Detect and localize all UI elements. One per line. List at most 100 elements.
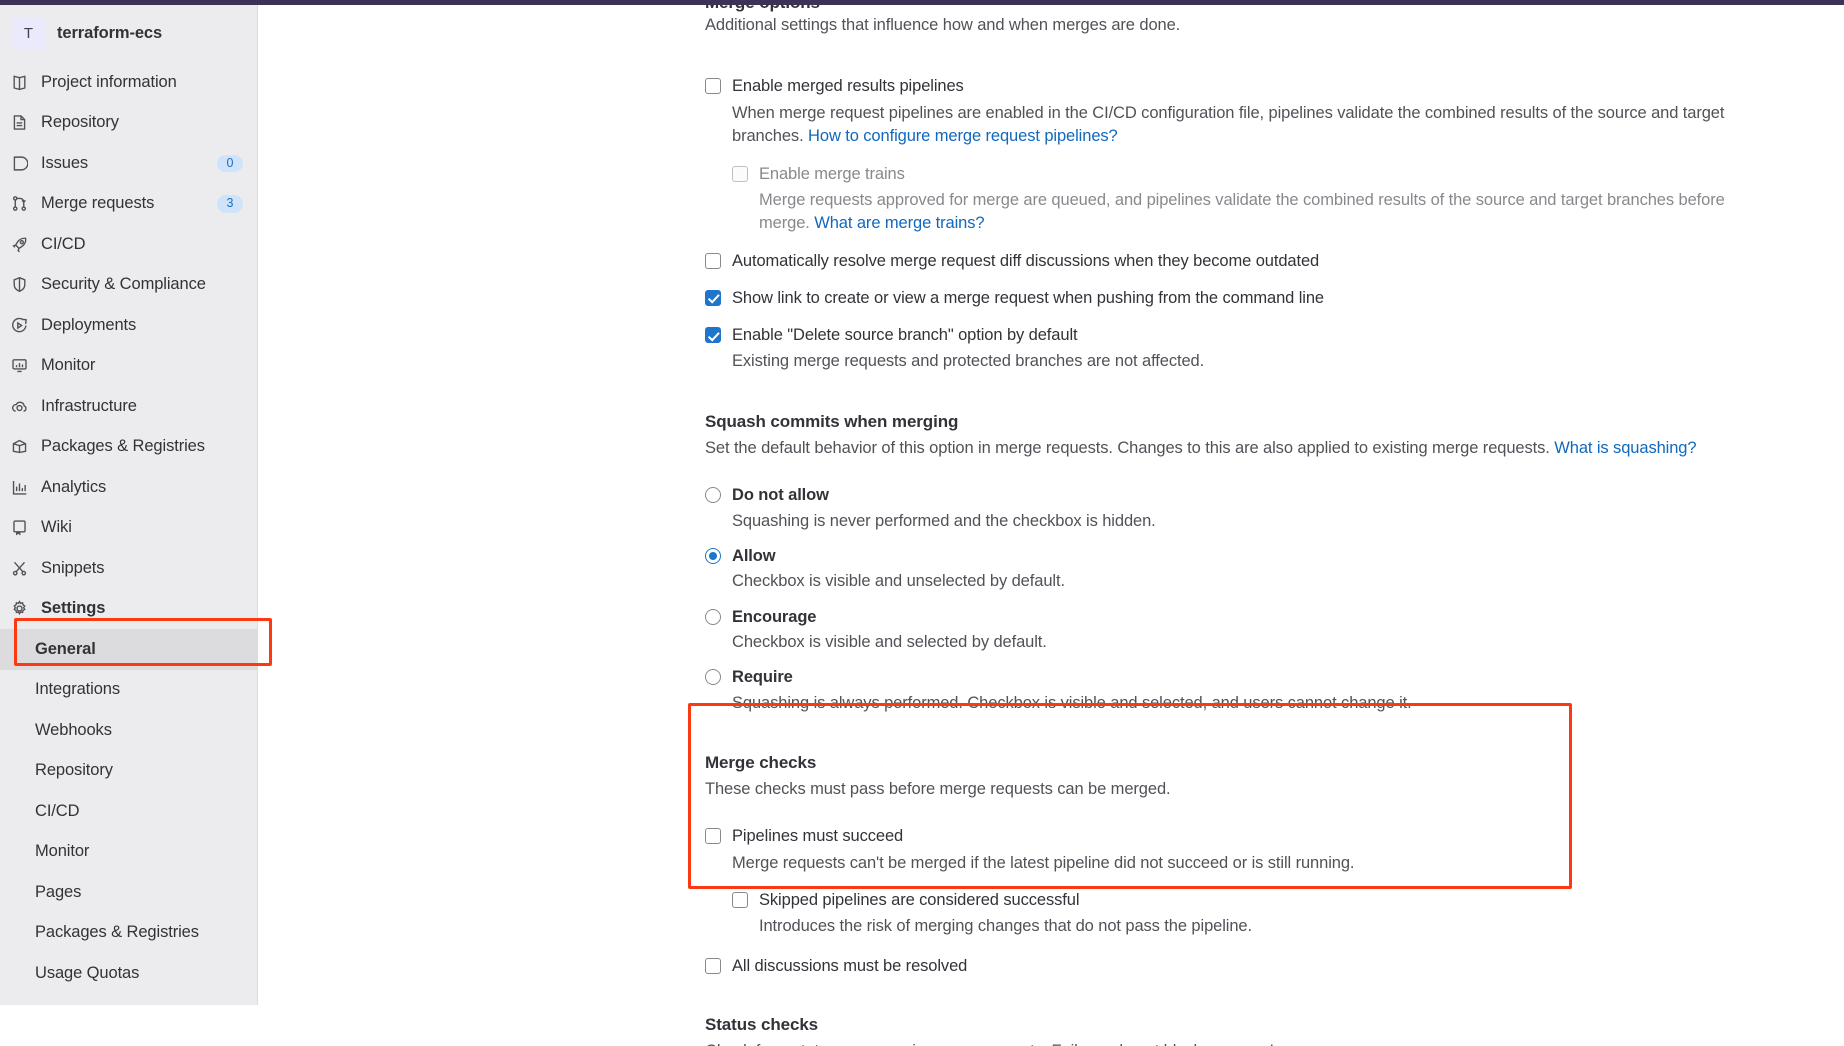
subnav-item-label: Webhooks — [35, 720, 112, 739]
status-checks-learn-more-link[interactable]: Learn more — [1270, 1042, 1353, 1046]
sidebar-item-label: Deployments — [41, 315, 137, 334]
all-discussions-resolved-control[interactable]: All discussions must be resolved — [705, 955, 1775, 977]
infrastructure-icon — [10, 397, 28, 415]
squash-option-do-not-allow: Do not allow Squashing is never performe… — [705, 484, 1775, 533]
sidebar-item-label: Wiki — [41, 518, 72, 537]
project-information-icon — [10, 73, 28, 91]
skipped-pipelines-row: Skipped pipelines are considered success… — [732, 889, 1775, 939]
delete-source-branch-control[interactable]: Enable "Delete source branch" option by … — [705, 324, 1775, 346]
sidebar-item-label: CI/CD — [41, 234, 86, 253]
subnav-item-packages-registries[interactable]: Packages & Registries — [0, 913, 257, 954]
squash-encourage-description: Checkbox is visible and selected by defa… — [732, 632, 1047, 651]
project-sidebar: T terraform-ecs Project information Repo… — [0, 5, 258, 1005]
sidebar-item-label: Infrastructure — [41, 396, 137, 415]
merge-trains-help: Merge requests approved for merge are qu… — [759, 189, 1775, 236]
sidebar-item-merge-requests[interactable]: Merge requests 3 — [0, 184, 257, 225]
book-icon — [10, 519, 28, 537]
gitlab-project-settings-page: T terraform-ecs Project information Repo… — [0, 0, 1844, 1046]
merged-results-pipelines-label: Enable merged results pipelines — [732, 77, 964, 96]
sidebar-item-project-information[interactable]: Project information — [0, 62, 257, 103]
pipelines-must-succeed-help: Merge requests can't be merged if the la… — [732, 853, 1355, 872]
merge-requests-icon — [10, 195, 28, 213]
subnav-item-monitor[interactable]: Monitor — [0, 832, 257, 873]
merged-results-pipelines-row: Enable merged results pipelines When mer… — [705, 75, 1775, 148]
delete-source-branch-checkbox[interactable] — [705, 327, 721, 344]
squash-do-not-allow-control[interactable]: Do not allow — [705, 484, 1775, 506]
what-is-squashing-link[interactable]: What is squashing? — [1554, 439, 1696, 457]
auto-resolve-diff-discussions-control[interactable]: Automatically resolve merge request diff… — [705, 250, 1775, 272]
pipelines-must-succeed-checkbox[interactable] — [705, 828, 721, 845]
sidebar-item-label: Packages & Registries — [41, 437, 205, 456]
sidebar-nav-list: Project information Repository Issues 0 — [0, 62, 257, 629]
subnav-item-label: General — [35, 639, 96, 658]
pipelines-must-succeed-label: Pipelines must succeed — [732, 827, 904, 846]
all-discussions-resolved-checkbox[interactable] — [705, 957, 721, 974]
squash-allow-label: Allow — [732, 546, 776, 565]
merge-options-description: Additional settings that influence how a… — [705, 16, 1181, 34]
sidebar-item-wiki[interactable]: Wiki — [0, 508, 257, 549]
skipped-pipelines-checkbox[interactable] — [732, 892, 748, 909]
subnav-item-pages[interactable]: Pages — [0, 872, 257, 913]
sidebar-item-label: Analytics — [41, 477, 107, 496]
merge-trains-checkbox[interactable] — [732, 165, 748, 182]
skipped-pipelines-label: Skipped pipelines are considered success… — [759, 891, 1080, 910]
squash-encourage-control[interactable]: Encourage — [705, 606, 1775, 628]
merge-options-heading: Merge options — [705, 5, 1775, 14]
sidebar-item-deployments[interactable]: Deployments — [0, 305, 257, 346]
sidebar-item-security-compliance[interactable]: Security & Compliance — [0, 265, 257, 306]
sidebar-item-monitor[interactable]: Monitor — [0, 346, 257, 387]
delete-source-branch-row: Enable "Delete source branch" option by … — [705, 324, 1775, 374]
auto-resolve-diff-discussions-checkbox[interactable] — [705, 252, 721, 269]
squash-commits-description: Set the default behavior of this option … — [705, 437, 1775, 460]
sidebar-item-snippets[interactable]: Snippets — [0, 548, 257, 589]
issues-icon — [10, 154, 28, 172]
configure-merge-request-pipelines-link[interactable]: How to configure merge request pipelines… — [808, 127, 1118, 145]
what-are-merge-trains-link[interactable]: What are merge trains? — [814, 214, 984, 232]
subnav-item-webhooks[interactable]: Webhooks — [0, 710, 257, 751]
sidebar-item-settings[interactable]: Settings — [0, 589, 257, 630]
merge-checks-description: These checks must pass before merge requ… — [705, 780, 1171, 799]
squash-require-description: Squashing is always performed. Checkbox … — [732, 693, 1412, 712]
sidebar-item-ci-cd[interactable]: CI/CD — [0, 224, 257, 265]
project-header[interactable]: T terraform-ecs — [0, 5, 257, 62]
squash-require-control[interactable]: Require — [705, 666, 1775, 688]
description-text: Check for a status response in merge req… — [705, 1042, 1270, 1046]
show-mr-link-checkbox[interactable] — [705, 289, 721, 306]
delete-source-branch-label: Enable "Delete source branch" option by … — [732, 326, 1078, 345]
subnav-item-ci-cd[interactable]: CI/CD — [0, 791, 257, 832]
squash-allow-description: Checkbox is visible and unselected by de… — [732, 572, 1065, 591]
subnav-item-integrations[interactable]: Integrations — [0, 670, 257, 711]
sidebar-item-label: Security & Compliance — [41, 275, 206, 294]
squash-require-radio[interactable] — [705, 669, 721, 686]
sidebar-item-packages-registries[interactable]: Packages & Registries — [0, 427, 257, 468]
sidebar-item-issues[interactable]: Issues 0 — [0, 143, 257, 184]
merge-trains-control[interactable]: Enable merge trains — [732, 163, 1775, 185]
squash-option-allow: Allow Checkbox is visible and unselected… — [705, 545, 1775, 594]
repository-icon — [10, 114, 28, 132]
squash-encourage-radio[interactable] — [705, 608, 721, 625]
skipped-pipelines-help: Introduces the risk of merging changes t… — [759, 917, 1252, 936]
squash-option-require: Require Squashing is always performed. C… — [705, 666, 1775, 715]
merge-requests-count-badge: 3 — [217, 195, 243, 213]
subnav-item-usage-quotas[interactable]: Usage Quotas — [0, 953, 257, 994]
squash-do-not-allow-radio[interactable] — [705, 487, 721, 504]
skipped-pipelines-control[interactable]: Skipped pipelines are considered success… — [732, 889, 1775, 911]
sidebar-item-analytics[interactable]: Analytics — [0, 467, 257, 508]
sidebar-item-infrastructure[interactable]: Infrastructure — [0, 386, 257, 427]
merged-results-pipelines-control[interactable]: Enable merged results pipelines — [705, 75, 1775, 97]
subnav-item-general[interactable]: General — [0, 629, 257, 670]
sidebar-item-label: Snippets — [41, 558, 105, 577]
squash-require-label: Require — [732, 668, 793, 687]
pipelines-must-succeed-control[interactable]: Pipelines must succeed — [705, 825, 1775, 847]
subnav-item-label: CI/CD — [35, 801, 80, 820]
show-mr-link-control[interactable]: Show link to create or view a merge requ… — [705, 287, 1775, 309]
sidebar-item-label: Monitor — [41, 356, 96, 375]
squash-allow-radio[interactable] — [705, 547, 721, 564]
analytics-icon — [10, 478, 28, 496]
project-avatar: T — [12, 17, 45, 50]
merged-results-pipelines-checkbox[interactable] — [705, 78, 721, 95]
subnav-item-repository[interactable]: Repository — [0, 751, 257, 792]
sidebar-item-label: Merge requests — [41, 194, 155, 213]
sidebar-item-repository[interactable]: Repository — [0, 103, 257, 144]
squash-allow-control[interactable]: Allow — [705, 545, 1775, 567]
